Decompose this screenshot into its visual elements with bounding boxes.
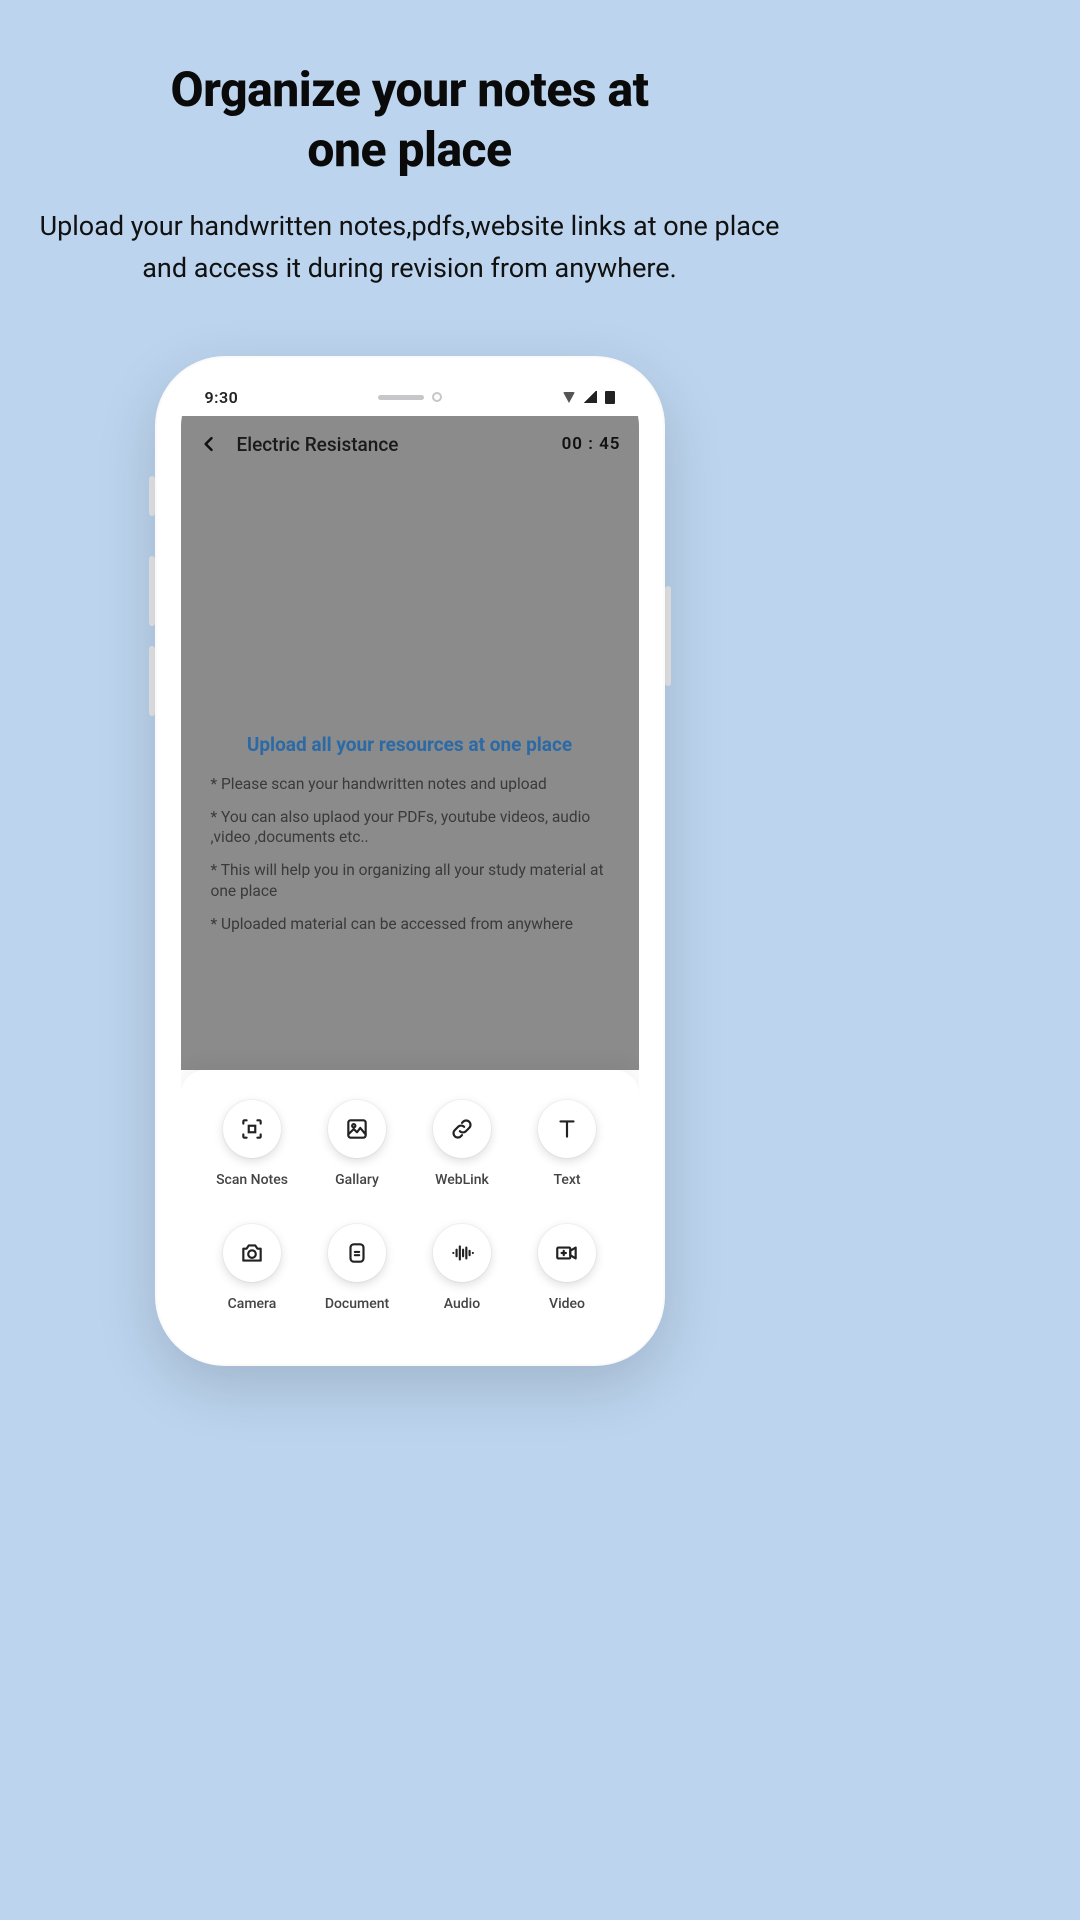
image-icon [344,1116,370,1142]
hint-item: * This will help you in organizing all y… [211,860,609,902]
link-icon [449,1116,475,1142]
option-camera[interactable]: Camera [223,1224,281,1312]
hint-item: * Uploaded material can be accessed from… [211,914,609,935]
video-add-icon [554,1240,580,1266]
wifi-icon [563,392,575,403]
audio-wave-icon [449,1240,475,1266]
status-time: 9:30 [205,388,239,407]
battery-icon [605,391,615,404]
app-dimmed-backdrop: Electric Resistance 00 : 45 Upload all y… [181,416,639,1070]
status-indicators [563,391,615,404]
document-button[interactable] [328,1224,386,1282]
option-label: Gallary [335,1172,379,1188]
camera-button[interactable] [223,1224,281,1282]
hero-title-line: Organize your notes at [171,61,649,118]
option-gallery[interactable]: Gallary [328,1100,386,1188]
upload-bottom-sheet: Scan Notes Gallary WebLink [181,1070,639,1342]
device-mockup: 9:30 Electric Resistance 00 : [155,356,665,1366]
hero-subtitle: Upload your handwritten notes,pdfs,websi… [30,206,789,290]
video-button[interactable] [538,1224,596,1282]
document-icon [344,1240,370,1266]
status-bar: 9:30 [181,378,639,416]
hint-item: * Please scan your handwritten notes and… [211,774,609,795]
option-label: Camera [228,1296,277,1312]
text-icon [554,1116,580,1142]
phone-side-button [665,586,671,686]
hint-title: Upload all your resources at one place [211,732,609,758]
option-label: Scan Notes [216,1172,288,1188]
hero-title-line: one place [307,121,511,178]
option-document[interactable]: Document [325,1224,389,1312]
option-label: Text [553,1172,580,1188]
option-label: Video [549,1296,585,1312]
option-text[interactable]: Text [538,1100,596,1188]
phone-notch [378,392,442,402]
text-button[interactable] [538,1100,596,1158]
option-video[interactable]: Video [538,1224,596,1312]
page-title: Electric Resistance [237,433,544,456]
option-weblink[interactable]: WebLink [433,1100,491,1188]
upload-hint-block: Upload all your resources at one place *… [181,732,639,947]
hint-item: * You can also uplaod your PDFs, youtube… [211,807,609,849]
scan-notes-button[interactable] [223,1100,281,1158]
session-timer: 00 : 45 [562,434,621,454]
camera-icon [239,1240,265,1266]
speaker-icon [378,395,424,400]
audio-button[interactable] [433,1224,491,1282]
back-icon[interactable] [199,434,219,454]
hero-title: Organize your notes at one place [30,60,789,180]
option-label: WebLink [435,1172,489,1188]
option-scan-notes[interactable]: Scan Notes [216,1100,288,1188]
promo-hero: Organize your notes at one place Upload … [0,0,819,290]
camera-dot-icon [432,392,442,402]
option-audio[interactable]: Audio [433,1224,491,1312]
signal-icon [583,391,597,403]
gallery-button[interactable] [328,1100,386,1158]
scan-icon [239,1116,265,1142]
option-label: Document [325,1296,389,1312]
weblink-button[interactable] [433,1100,491,1158]
app-header: Electric Resistance 00 : 45 [181,416,639,472]
option-label: Audio [444,1296,480,1312]
